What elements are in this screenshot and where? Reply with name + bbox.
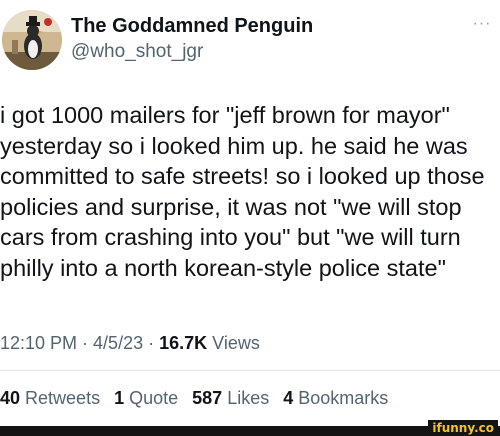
- tweet-header: The Goddamned Penguin @who_shot_jgr ···: [0, 0, 500, 80]
- views-count: 16.7K: [159, 332, 208, 353]
- retweets-label: Retweets: [25, 387, 101, 408]
- tweet-meta: 12:10 PM · 4/5/23 · 16.7K Views: [0, 330, 260, 356]
- likes-label: Likes: [227, 387, 270, 408]
- tweet-date[interactable]: 4/5/23: [93, 333, 143, 354]
- bookmarks-stat[interactable]: 4 Bookmarks: [283, 388, 388, 409]
- more-horizontal-icon: ···: [472, 15, 492, 32]
- divider: [0, 370, 500, 371]
- likes-count: 587: [192, 387, 223, 408]
- engagement-stats: 40 Retweets 1 Quote 587 Likes 4 Bookmark…: [0, 386, 402, 410]
- bookmarks-count: 4: [283, 387, 294, 408]
- avatar[interactable]: [2, 10, 62, 70]
- footer-bar: [0, 426, 500, 436]
- meta-separator: ·: [148, 332, 155, 353]
- bookmarks-label: Bookmarks: [298, 387, 389, 408]
- quotes-count: 1: [114, 387, 125, 408]
- author-handle[interactable]: @who_shot_jgr: [71, 41, 203, 63]
- tweet-text: i got 1000 mailers for "jeff brown for m…: [0, 102, 485, 281]
- author-display-name[interactable]: The Goddamned Penguin: [71, 15, 313, 38]
- views-label: Views: [212, 332, 260, 353]
- tweet-page: The Goddamned Penguin @who_shot_jgr ··· …: [0, 0, 500, 436]
- penguin-avatar-icon: [2, 10, 62, 70]
- quotes-stat[interactable]: 1 Quote: [114, 388, 178, 409]
- likes-stat[interactable]: 587 Likes: [192, 388, 269, 409]
- retweets-stat[interactable]: 40 Retweets: [0, 388, 100, 409]
- retweets-count: 40: [0, 387, 21, 408]
- meta-separator: ·: [82, 332, 89, 353]
- tweet-time[interactable]: 12:10 PM: [0, 333, 77, 354]
- more-options-button[interactable]: ···: [470, 14, 494, 34]
- quotes-label: Quote: [129, 387, 179, 408]
- ifunny-watermark: ifunny.co: [428, 420, 498, 436]
